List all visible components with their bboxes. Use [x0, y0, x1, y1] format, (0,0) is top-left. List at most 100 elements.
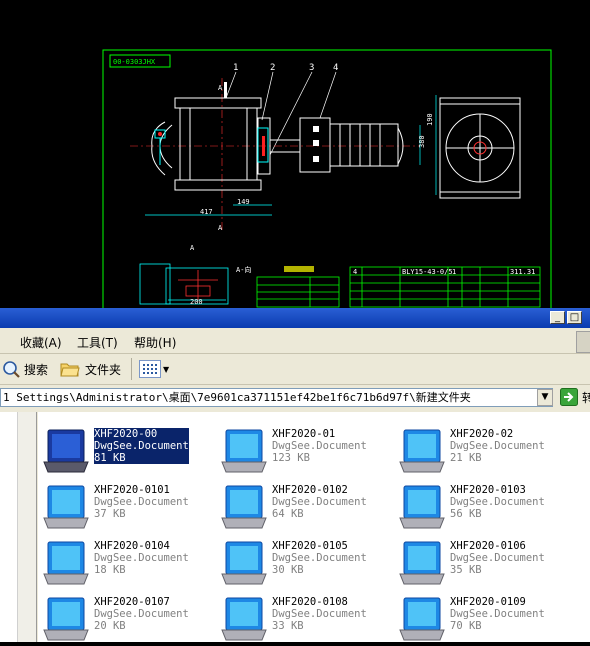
- dwg-document-icon: [42, 596, 90, 642]
- file-type: DwgSee.Document: [272, 608, 367, 620]
- dim-190: 190: [426, 113, 434, 126]
- menu-bar: 收藏(A) 工具(T) 帮助(H): [0, 329, 590, 354]
- dwg-document-icon: [42, 540, 90, 586]
- menu-favorites[interactable]: 收藏(A): [20, 334, 62, 351]
- file-item[interactable]: XHF2020-0102 DwgSee.Document 64 KB: [218, 480, 396, 532]
- file-name: XHF2020-0105: [272, 540, 348, 552]
- balloon-1: 1: [233, 63, 238, 73]
- file-type: DwgSee.Document: [450, 496, 545, 508]
- file-size: 64 KB: [272, 508, 304, 520]
- section-mark-view: A-向: [236, 265, 251, 274]
- dwg-document-icon: [42, 484, 90, 530]
- file-name: XHF2020-0106: [450, 540, 526, 552]
- balloon-3: 3: [309, 63, 314, 73]
- file-item[interactable]: XHF2020-0101 DwgSee.Document 37 KB: [40, 480, 218, 532]
- file-list: XHF2020-00 DwgSee.Document 81 KB XHF2020…: [38, 412, 590, 642]
- section-mark-a: A: [190, 244, 195, 252]
- file-type: DwgSee.Document: [94, 608, 189, 620]
- menu-tools[interactable]: 工具(T): [77, 334, 118, 351]
- file-name: XHF2020-01: [272, 428, 336, 440]
- file-size: 56 KB: [450, 508, 482, 520]
- address-bar: 1 Settings\Administrator\桌面\7e9601ca3711…: [0, 385, 590, 411]
- file-type: DwgSee.Document: [94, 552, 189, 564]
- file-item[interactable]: XHF2020-0105 DwgSee.Document 30 KB: [218, 536, 396, 588]
- file-type: DwgSee.Document: [450, 552, 545, 564]
- file-item[interactable]: XHF2020-02 DwgSee.Document 21 KB: [396, 424, 574, 476]
- dim-200: 200: [190, 298, 203, 306]
- dwg-document-icon: [398, 484, 446, 530]
- file-size: 20 KB: [94, 620, 126, 632]
- file-size: 70 KB: [450, 620, 482, 632]
- file-name: XHF2020-0101: [94, 484, 170, 496]
- go-label: 转: [582, 391, 590, 405]
- chevron-down-icon: ▼: [163, 364, 170, 374]
- go-button[interactable]: 转: [560, 388, 590, 407]
- explorer-window: _ □ 收藏(A) 工具(T) 帮助(H) 搜索 文件夹 ▼ 1 Setting…: [0, 308, 590, 642]
- file-name: XHF2020-0109: [450, 596, 526, 608]
- file-type: DwgSee.Document: [272, 440, 367, 452]
- file-item[interactable]: XHF2020-0104 DwgSee.Document 18 KB: [40, 536, 218, 588]
- file-item[interactable]: XHF2020-0107 DwgSee.Document 20 KB: [40, 592, 218, 644]
- dwg-document-icon: [398, 596, 446, 642]
- minimize-button[interactable]: _: [550, 311, 565, 324]
- toolbar: 搜索 文件夹 ▼: [0, 354, 590, 385]
- file-item[interactable]: XHF2020-0103 DwgSee.Document 56 KB: [396, 480, 574, 532]
- dim-417: 417: [200, 208, 213, 216]
- file-name: XHF2020-00: [94, 428, 158, 440]
- file-type: DwgSee.Document: [94, 496, 189, 508]
- file-type: DwgSee.Document: [272, 496, 367, 508]
- file-item[interactable]: XHF2020-00 DwgSee.Document 81 KB: [40, 424, 218, 476]
- folder-icon: [60, 363, 80, 377]
- search-button[interactable]: 搜索: [2, 358, 48, 380]
- file-size: 18 KB: [94, 564, 126, 576]
- file-type: DwgSee.Document: [450, 608, 545, 620]
- file-name: XHF2020-02: [450, 428, 514, 440]
- menu-bar-scroll[interactable]: [576, 331, 590, 353]
- views-button[interactable]: ▼: [139, 358, 169, 380]
- file-name: XHF2020-0107: [94, 596, 170, 608]
- file-name: XHF2020-0102: [272, 484, 348, 496]
- file-item[interactable]: XHF2020-0106 DwgSee.Document 35 KB: [396, 536, 574, 588]
- parts-row-model: BLY15-43-0/5: [402, 268, 453, 276]
- cad-drawing: 00-0303JHX 1 2 3 4 417 149 A A A A-向 380…: [102, 49, 552, 308]
- file-type: DwgSee.Document: [272, 552, 367, 564]
- dim-149: 149: [237, 198, 250, 206]
- maximize-button[interactable]: □: [567, 311, 582, 324]
- dim-380: 380: [418, 135, 426, 148]
- balloon-4: 4: [333, 63, 338, 73]
- search-icon: [3, 361, 20, 378]
- file-item[interactable]: XHF2020-0108 DwgSee.Document 33 KB: [218, 592, 396, 644]
- toolbar-separator: [131, 358, 132, 380]
- parts-row-code: 311.31: [510, 268, 535, 276]
- title-block-text: 00-0303JHX: [113, 58, 156, 66]
- parts-row-qty: 1: [452, 268, 456, 276]
- file-name: XHF2020-0108: [272, 596, 348, 608]
- file-item[interactable]: XHF2020-01 DwgSee.Document 123 KB: [218, 424, 396, 476]
- file-type: DwgSee.Document: [450, 440, 545, 452]
- dwg-document-icon: [220, 596, 268, 642]
- parts-row-index: 4: [353, 268, 357, 276]
- dwg-document-icon: [220, 484, 268, 530]
- balloon-2: 2: [270, 63, 275, 73]
- go-arrow-icon: [560, 388, 578, 406]
- folders-button[interactable]: 文件夹: [60, 358, 121, 380]
- file-item[interactable]: XHF2020-0109 DwgSee.Document 70 KB: [396, 592, 574, 644]
- dwg-document-icon: [220, 428, 268, 474]
- file-name: XHF2020-0103: [450, 484, 526, 496]
- file-type: DwgSee.Document: [94, 440, 189, 452]
- file-size: 33 KB: [272, 620, 304, 632]
- dwg-document-icon: [398, 428, 446, 474]
- address-input[interactable]: 1 Settings\Administrator\桌面\7e9601ca3711…: [0, 388, 553, 407]
- dwg-document-icon: [398, 540, 446, 586]
- cad-drawing-view[interactable]: 00-0303JHX 1 2 3 4 417 149 A A A A-向 380…: [0, 0, 590, 308]
- folder-tree-scrollbar[interactable]: [17, 412, 36, 642]
- file-size: 123 KB: [272, 452, 310, 464]
- title-bar[interactable]: _ □: [0, 308, 590, 328]
- dwg-document-icon: [220, 540, 268, 586]
- file-size: 35 KB: [450, 564, 482, 576]
- dwg-document-icon: [42, 428, 90, 474]
- address-dropdown-button[interactable]: ▼: [537, 389, 553, 406]
- menu-help[interactable]: 帮助(H): [134, 334, 176, 351]
- search-label: 搜索: [24, 362, 49, 377]
- file-size: 30 KB: [272, 564, 304, 576]
